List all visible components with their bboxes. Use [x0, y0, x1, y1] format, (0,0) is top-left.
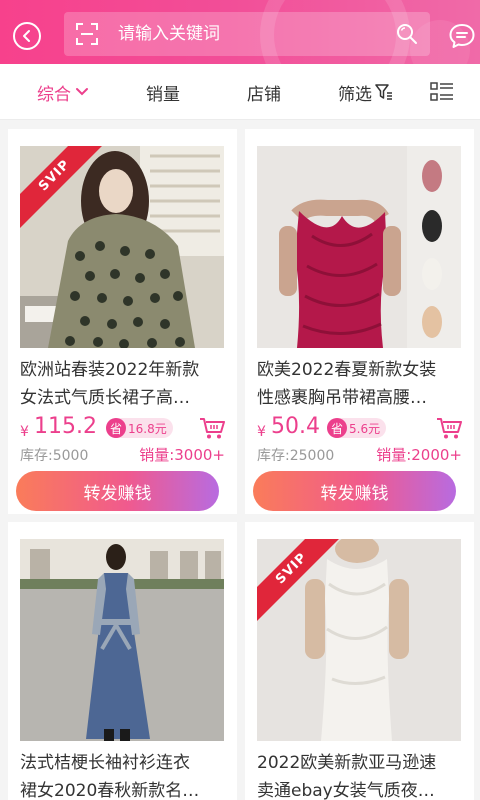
saving-badge: 省 5.6元	[327, 418, 387, 438]
message-icon[interactable]	[448, 22, 476, 50]
sort-label: 店铺	[247, 84, 281, 105]
product-card[interactable]: 法式桔梗长袖衬衫连衣 裙女2020春秋新款名…	[8, 522, 237, 800]
svip-label: SVIP	[257, 539, 347, 624]
filter-icon	[375, 84, 392, 100]
list-layout-icon[interactable]	[430, 82, 454, 102]
top-bar	[0, 0, 480, 64]
product-grid: SVIP 欧洲站春装2022年新款 女法式气质长裙子高… ¥ 115.2 省 1…	[0, 121, 480, 800]
sort-label: 销量	[146, 84, 180, 105]
product-price: 115.2	[34, 414, 97, 439]
product-title-line: 女法式气质长裙子高…	[20, 388, 190, 408]
product-title-line: 性感裹胸吊带裙高腰…	[257, 388, 427, 408]
product-title[interactable]: 2022欧美新款亚马逊速 卖通ebay女装气质夜…	[257, 749, 462, 800]
product-title-line: 欧美2022春夏新款女装	[257, 360, 437, 380]
chevron-left-icon	[23, 30, 30, 42]
product-title[interactable]: 法式桔梗长袖衬衫连衣 裙女2020春秋新款名…	[20, 749, 225, 800]
sales-count: 销量:2000+	[376, 446, 462, 464]
scan-icon[interactable]	[76, 23, 98, 45]
chevron-down-icon	[76, 88, 88, 96]
product-title-line: 卖通ebay女装气质夜…	[257, 781, 435, 800]
product-card[interactable]: 欧美2022春夏新款女装 性感裹胸吊带裙高腰… ¥ 50.4 省 5.6元 库存…	[245, 129, 474, 514]
sort-label: 综合	[37, 84, 71, 105]
filter-button[interactable]: 筛选	[338, 64, 393, 120]
sort-sales[interactable]: 销量	[146, 64, 180, 120]
product-title-line: 2022欧美新款亚马逊速	[257, 753, 437, 773]
product-image[interactable]: SVIP	[257, 539, 461, 741]
stock-count: 库存:25000	[257, 448, 335, 464]
cart-icon[interactable]	[436, 416, 462, 440]
product-title[interactable]: 欧洲站春装2022年新款 女法式气质长裙子高…	[20, 356, 225, 412]
forward-earn-button[interactable]: 转发赚钱	[253, 471, 456, 511]
currency-symbol: ¥	[20, 424, 29, 440]
cart-icon[interactable]	[199, 416, 225, 440]
saving-amount: 5.6元	[349, 421, 381, 436]
forward-earn-button[interactable]: 转发赚钱	[16, 471, 219, 511]
product-image[interactable]: SVIP	[20, 146, 224, 348]
back-button[interactable]	[13, 22, 41, 50]
sort-comprehensive[interactable]: 综合	[37, 64, 89, 120]
product-image[interactable]	[257, 146, 461, 348]
sales-count: 销量:3000+	[139, 446, 225, 464]
product-title-line: 法式桔梗长袖衬衫连衣	[20, 753, 190, 773]
search-input[interactable]	[118, 12, 378, 56]
product-title-line: 裙女2020春秋新款名…	[20, 781, 200, 800]
product-card[interactable]: SVIP 2022欧美新款亚马逊速 卖通ebay女装气质夜…	[245, 522, 474, 800]
currency-symbol: ¥	[257, 424, 266, 440]
sort-label: 筛选	[338, 84, 372, 105]
product-price: 50.4	[271, 414, 320, 439]
price-row: ¥ 50.4 省 5.6元	[257, 414, 462, 442]
product-image[interactable]	[20, 539, 224, 741]
stock-count: 库存:5000	[20, 448, 89, 464]
search-box[interactable]	[64, 12, 430, 56]
saving-amount: 16.8元	[128, 421, 167, 436]
product-title-line: 欧洲站春装2022年新款	[20, 360, 200, 380]
product-title[interactable]: 欧美2022春夏新款女装 性感裹胸吊带裙高腰…	[257, 356, 462, 412]
saving-prefix: 省	[106, 418, 126, 438]
sort-shop[interactable]: 店铺	[247, 64, 281, 120]
saving-badge: 省 16.8元	[106, 418, 173, 438]
svip-badge: SVIP	[20, 146, 110, 236]
saving-prefix: 省	[327, 418, 347, 438]
sort-bar: 综合 销量 店铺 筛选	[0, 64, 480, 120]
stock-sales-row: 库存:25000 销量:2000+	[257, 443, 462, 465]
search-icon[interactable]	[396, 23, 418, 45]
product-card[interactable]: SVIP 欧洲站春装2022年新款 女法式气质长裙子高… ¥ 115.2 省 1…	[8, 129, 237, 514]
svip-label: SVIP	[20, 146, 110, 231]
svip-badge: SVIP	[257, 539, 347, 629]
stock-sales-row: 库存:5000 销量:3000+	[20, 443, 225, 465]
price-row: ¥ 115.2 省 16.8元	[20, 414, 225, 442]
